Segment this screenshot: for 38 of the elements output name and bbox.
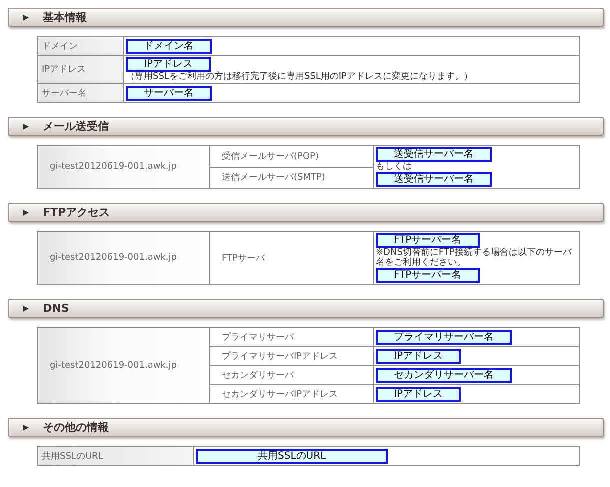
triangle-icon: ▶ [23, 208, 30, 217]
note-text: もしくは [376, 162, 412, 172]
row-label: プライマリサーバIPアドレス [210, 346, 374, 366]
value-field: セカンダリサーバー名 [376, 368, 512, 382]
row-label: ドメイン [38, 36, 124, 56]
value-field: 送受信サーバー名 [376, 172, 492, 187]
triangle-icon: ▶ [23, 122, 30, 131]
value-field: プライマリサーバー名 [376, 330, 512, 344]
triangle-icon: ▶ [23, 304, 30, 313]
row-label: セカンダリサーバIPアドレス [210, 384, 374, 404]
row-label: サーバー名 [38, 84, 124, 102]
section-title: メール送受信 [43, 119, 110, 134]
value-field: IPアドレス [126, 57, 211, 72]
value-field: IPアドレス [376, 386, 461, 402]
note-text: ※DNS切替前にFTP接続する場合は以下のサーバ名をご利用ください。 [376, 248, 574, 268]
value-field: サーバー名 [126, 86, 212, 100]
section-title: DNS [43, 302, 70, 315]
section-title: FTPアクセス [43, 205, 110, 220]
host-name: gi-test20120619-001.awk.jp [38, 146, 210, 188]
value-field: IPアドレス [376, 348, 461, 364]
value-field: 共用SSLのURL [196, 448, 388, 464]
row-label: 共用SSLのURL [38, 446, 194, 466]
triangle-icon: ▶ [23, 13, 30, 22]
row-label: 受信メールサーバ(POP) [210, 146, 374, 167]
value-field: FTPサーバー名 [376, 268, 480, 283]
row-label: セカンダリサーバ [210, 366, 374, 384]
host-name: gi-test20120619-001.awk.jp [38, 328, 210, 404]
value-field: ドメイン名 [126, 38, 212, 54]
value-field: 送受信サーバー名 [376, 147, 492, 162]
note-text: （専用SSLをご利用の方は移行完了後に専用SSL用のIPアドレスに変更になります。） [126, 72, 473, 82]
row-label: FTPサーバ [210, 232, 374, 284]
row-label: IPアドレス [38, 56, 124, 84]
value-field: FTPサーバー名 [376, 233, 480, 248]
triangle-icon: ▶ [23, 423, 30, 432]
section-title: その他の情報 [43, 420, 110, 435]
row-label: プライマリサーバ [210, 328, 374, 346]
section-title: 基本情報 [43, 10, 88, 25]
host-name: gi-test20120619-001.awk.jp [38, 232, 210, 284]
